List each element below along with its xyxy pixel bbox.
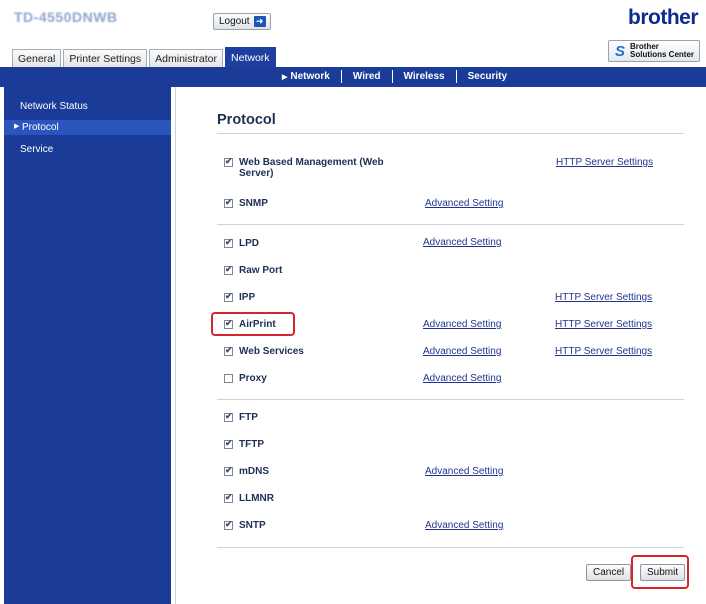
- advanced-setting-link-lpd[interactable]: Advanced Setting: [423, 237, 501, 248]
- advanced-setting-link-proxy[interactable]: Advanced Setting: [423, 373, 501, 384]
- section-divider: [217, 399, 684, 400]
- subnav-network[interactable]: Network: [290, 71, 329, 82]
- label-airprint: AirPrint: [239, 319, 276, 330]
- submit-button[interactable]: Submit: [640, 564, 686, 581]
- label-web-services: Web Services: [239, 346, 304, 357]
- sidebar: [4, 87, 171, 604]
- solutions-center-button[interactable]: S Brother Solutions Center: [608, 40, 700, 62]
- protocol-row-ipp: IPP: [224, 291, 256, 303]
- bottom-divider: [217, 547, 684, 548]
- solutions-center-icon: S: [614, 42, 625, 60]
- label-proxy: Proxy: [239, 373, 267, 384]
- label-tftp: TFTP: [239, 439, 264, 450]
- advanced-setting-link-mdns[interactable]: Advanced Setting: [425, 466, 503, 477]
- protocol-row-web-services: Web Services: [224, 345, 304, 357]
- checkbox-raw-port[interactable]: [224, 264, 233, 275]
- label-llmnr: LLMNR: [239, 493, 274, 504]
- checkbox-sntp[interactable]: [224, 519, 233, 530]
- protocol-row-mdns: mDNS: [224, 465, 270, 477]
- printer-web-ui: TD-4550DNWB Logout ➜ brother S Brother S…: [0, 0, 706, 604]
- label-mdns: mDNS: [239, 466, 270, 477]
- label-ipp: IPP: [239, 292, 256, 303]
- title-divider: [217, 133, 684, 134]
- solutions-line2: Solutions Center: [630, 50, 695, 59]
- label-sntp: SNTP: [239, 520, 266, 531]
- section-divider: [217, 224, 684, 225]
- checkbox-llmnr[interactable]: [224, 492, 233, 503]
- label-lpd: LPD: [239, 238, 259, 249]
- http-server-settings-link-web-services[interactable]: HTTP Server Settings: [555, 346, 652, 357]
- http-server-settings-link-airprint[interactable]: HTTP Server Settings: [555, 319, 652, 330]
- main-content: Protocol Web Based Management (Web Serve…: [175, 87, 706, 604]
- cancel-button[interactable]: Cancel: [586, 564, 632, 581]
- advanced-setting-link-airprint[interactable]: Advanced Setting: [423, 319, 501, 330]
- advanced-setting-link-snmp[interactable]: Advanced Setting: [425, 198, 503, 209]
- protocol-row-tftp: TFTP: [224, 438, 264, 450]
- brother-logo: brother: [628, 6, 699, 29]
- logout-arrow-icon: ➜: [253, 16, 266, 27]
- subnav-security[interactable]: Security: [468, 71, 507, 82]
- protocol-row-ftp: FTP: [224, 411, 258, 423]
- page-title: Protocol: [217, 112, 276, 128]
- protocol-row-sntp: SNTP: [224, 519, 266, 531]
- advanced-setting-link-sntp[interactable]: Advanced Setting: [425, 520, 503, 531]
- subnav-wireless[interactable]: Wireless: [404, 71, 445, 82]
- protocol-row-airprint: AirPrint: [224, 318, 276, 330]
- checkbox-web-based-management[interactable]: [224, 156, 233, 167]
- http-server-settings-link-ipp[interactable]: HTTP Server Settings: [555, 292, 652, 303]
- checkbox-web-services[interactable]: [224, 345, 233, 356]
- advanced-setting-link-web-services[interactable]: Advanced Setting: [423, 346, 501, 357]
- checkbox-snmp[interactable]: [224, 197, 233, 208]
- label-web-based-management: Web Based Management (Web Server): [239, 157, 384, 179]
- subnav-divider: [391, 70, 393, 83]
- current-caret-icon: ▶: [282, 73, 288, 81]
- protocol-row-lpd: LPD: [224, 237, 259, 249]
- subnav-divider: [455, 70, 457, 83]
- sidebar-item-service[interactable]: Service: [20, 144, 53, 155]
- logout-label: Logout: [219, 16, 250, 27]
- solutions-center-label: Brother Solutions Center: [630, 43, 694, 59]
- checkbox-ipp[interactable]: [224, 291, 233, 302]
- protocol-row-web-based-management: Web Based Management (Web Server): [224, 156, 414, 179]
- label-raw-port: Raw Port: [239, 265, 283, 276]
- checkbox-ftp[interactable]: [224, 411, 233, 422]
- tab-general[interactable]: General: [12, 49, 62, 68]
- checkbox-lpd[interactable]: [224, 237, 233, 248]
- label-ftp: FTP: [239, 412, 258, 423]
- logout-button[interactable]: Logout ➜: [213, 13, 271, 30]
- protocol-row-raw-port: Raw Port: [224, 264, 283, 276]
- sidebar-selected-bullet-icon: ▶: [14, 123, 20, 130]
- checkbox-mdns[interactable]: [224, 465, 233, 476]
- http-server-settings-link-web-based-management[interactable]: HTTP Server Settings: [556, 157, 653, 168]
- subnav-wired[interactable]: Wired: [353, 71, 381, 82]
- top-bar: TD-4550DNWB Logout ➜ brother: [0, 0, 706, 42]
- checkbox-tftp[interactable]: [224, 438, 233, 449]
- sidebar-item-network-status[interactable]: Network Status: [20, 101, 88, 112]
- subnav: ▶ Network Wired Wireless Security: [282, 70, 507, 83]
- subnav-divider: [340, 70, 342, 83]
- protocol-row-snmp: SNMP: [224, 197, 268, 209]
- model-name: TD-4550DNWB: [14, 9, 118, 25]
- tab-administrator[interactable]: Administrator: [149, 49, 224, 68]
- protocol-row-llmnr: LLMNR: [224, 492, 274, 504]
- checkbox-airprint[interactable]: [224, 318, 233, 329]
- tab-network[interactable]: Network: [225, 47, 276, 68]
- tab-printer-settings[interactable]: Printer Settings: [63, 49, 148, 68]
- label-snmp: SNMP: [239, 198, 268, 209]
- sidebar-item-protocol[interactable]: Protocol: [22, 122, 59, 133]
- checkbox-proxy[interactable]: [224, 374, 233, 383]
- protocol-row-proxy: Proxy: [224, 373, 267, 384]
- main-tabs: General Printer Settings Administrator N…: [12, 47, 276, 68]
